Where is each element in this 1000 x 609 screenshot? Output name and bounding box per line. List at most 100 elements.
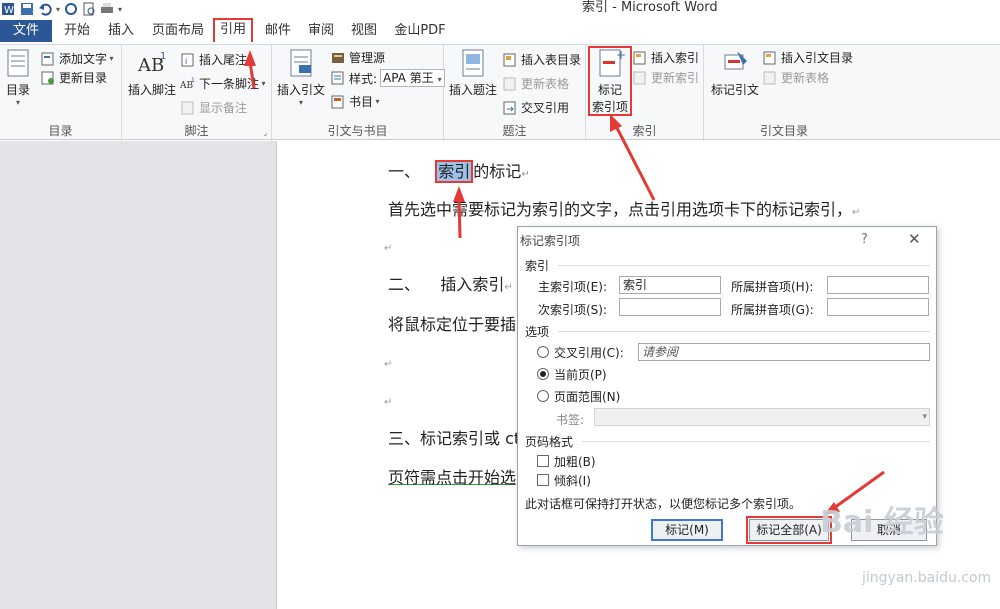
group-toa-label: 引文目录 <box>759 124 808 138</box>
update-table-label: 更新表格 <box>521 77 570 91</box>
section-format-label: 页码格式 <box>525 435 574 449</box>
next-footnote-button[interactable]: AB 1 下一条脚注 ▾ <box>180 75 266 92</box>
insert-caption-button[interactable]: 插入题注 <box>446 47 500 98</box>
update-toa-button[interactable]: 更新表格 <box>762 69 829 86</box>
print-preview-icon[interactable] <box>82 2 96 16</box>
insert-caption-icon <box>462 49 484 77</box>
insert-index-icon <box>633 51 646 64</box>
doc-empty-line-3: ↵ <box>384 390 392 409</box>
update-index-label: 更新索引 <box>651 71 700 85</box>
style-selector[interactable]: 样式: APA 第王 ▾ <box>330 69 445 87</box>
insert-caption-label: 插入题注 <box>448 83 497 97</box>
toc-button[interactable]: 目录 ▾ <box>2 47 34 107</box>
paragraph-mark: ↵ <box>521 169 530 180</box>
svg-text:W: W <box>4 5 14 16</box>
bibliography-button[interactable]: 书目 ▾ <box>330 93 380 110</box>
update-index-button[interactable]: 更新索引 <box>632 69 699 86</box>
doc-line-2: 首先选中需要标记为索引的文字，点击引用选项卡下的标记索引，↵ <box>388 196 860 220</box>
style-dropdown-icon: ▾ <box>437 75 442 84</box>
dialog-note: 此对话框可保持打开状态，以便您标记多个索引项。 <box>525 497 802 511</box>
doc-line-2-text: 首先选中需要标记为索引的文字，点击引用选项卡下的标记索引， <box>388 200 853 219</box>
cross-reference-button[interactable]: 交叉引用 <box>502 99 569 116</box>
paragraph-mark: ↵ <box>384 397 393 408</box>
tab-review[interactable]: 审阅 <box>302 18 340 44</box>
section-index-label: 索引 <box>525 259 550 273</box>
main-entry-label: 主索引项(E): <box>538 280 607 294</box>
ribbon: 目录 ▾ 添加文字 ▾ 更新目录 目录 AB 1 插入脚注 i 插入尾注 AB 1 … <box>0 44 1000 141</box>
tab-page-layout[interactable]: 页面布局 <box>148 18 208 44</box>
insert-index-button[interactable]: 插入索引 <box>632 49 699 66</box>
tab-file[interactable]: 文件 <box>0 20 52 42</box>
main-entry-value: 索引 <box>623 278 648 292</box>
main-pinyin-input[interactable] <box>827 276 929 294</box>
toc-dropdown-icon: ▾ <box>15 98 20 107</box>
add-text-button[interactable]: 添加文字 ▾ <box>40 50 114 67</box>
group-citations-label: 引文与书目 <box>327 124 388 138</box>
mark-button[interactable]: 标记(M) <box>651 519 723 541</box>
bookmark-label: 书签: <box>556 413 585 427</box>
print-icon[interactable] <box>100 2 114 16</box>
redo-icon[interactable] <box>64 2 78 16</box>
group-index-label: 索引 <box>632 124 657 138</box>
doc-line-3-text: 插入索引 <box>440 275 505 294</box>
manage-sources-icon <box>332 52 344 63</box>
show-notes-label: 显示备注 <box>199 101 248 115</box>
doc-line-3-prefix: 二、 <box>388 275 421 294</box>
help-icon[interactable]: ? <box>861 232 868 247</box>
update-table-button[interactable]: 更新表格 <box>502 75 569 92</box>
bold-checkbox[interactable] <box>537 455 549 467</box>
mark-citation-icon <box>724 51 747 70</box>
insert-footnote-label: 插入脚注 <box>127 83 176 97</box>
selected-text[interactable]: 索引 <box>435 160 474 183</box>
sub-pinyin-input[interactable] <box>827 298 929 316</box>
current-page-radio[interactable] <box>537 368 549 380</box>
cross-reference-label: 交叉引用 <box>521 101 570 115</box>
undo-dropdown-icon[interactable]: ▾ <box>56 5 60 14</box>
tab-references[interactable]: 引用 <box>213 18 253 42</box>
cross-reference-radio[interactable] <box>537 346 549 358</box>
doc-line-1-prefix: 一、 <box>388 162 421 181</box>
current-page-label: 当前页(P) <box>554 368 607 382</box>
group-toc-label: 目录 <box>48 124 73 138</box>
paragraph-mark: ↵ <box>384 359 393 370</box>
tab-home[interactable]: 开始 <box>58 18 96 44</box>
bookmark-select[interactable]: ▾ <box>594 408 930 426</box>
add-text-label: 添加文字 <box>59 52 108 66</box>
show-notes-icon <box>181 101 194 114</box>
insert-toa-button[interactable]: 插入引文目录 <box>762 49 853 66</box>
sub-entry-input[interactable] <box>619 298 721 316</box>
style-dropdown[interactable]: APA 第王 ▾ <box>380 69 445 87</box>
bibliography-label: 书目 <box>349 95 374 109</box>
table-of-figures-icon <box>503 53 516 66</box>
insert-footnote-button[interactable]: AB 1 插入脚注 <box>126 47 178 98</box>
insert-citation-button[interactable]: 插入引文 ▾ <box>274 47 328 107</box>
tab-kingsoft-pdf[interactable]: 金山PDF <box>390 18 450 44</box>
main-entry-input[interactable]: 索引 <box>619 276 721 294</box>
show-notes-button[interactable]: 显示备注 <box>180 99 247 116</box>
bibliography-icon <box>331 95 344 108</box>
undo-icon[interactable] <box>38 2 52 16</box>
group-footnote: AB 1 插入脚注 i 插入尾注 AB 1 下一条脚注 ▾ 显示备注 脚注 ⌟ <box>122 45 272 141</box>
tab-view[interactable]: 视图 <box>345 18 383 44</box>
cross-reference-input[interactable]: 请参阅 <box>638 343 930 361</box>
insert-endnote-button[interactable]: i 插入尾注 <box>180 51 247 68</box>
insert-table-of-figures-button[interactable]: 插入表目录 <box>502 51 581 68</box>
tab-insert[interactable]: 插入 <box>102 18 140 44</box>
mark-citation-button[interactable]: 标记引文 <box>708 47 762 98</box>
insert-citation-dropdown-icon: ▾ <box>298 98 303 107</box>
close-icon[interactable]: ✕ <box>908 230 921 248</box>
insert-citation-label: 插入引文 <box>276 83 325 97</box>
save-icon[interactable] <box>20 2 34 16</box>
main-pinyin-label: 所属拼音项(H): <box>731 280 814 294</box>
page-range-radio[interactable] <box>537 390 549 402</box>
footnote-dialog-launcher-icon[interactable]: ⌟ <box>263 128 267 137</box>
update-index-icon <box>633 71 646 84</box>
paragraph-mark: ↵ <box>852 207 861 218</box>
italic-checkbox[interactable] <box>537 474 549 486</box>
manage-sources-button[interactable]: 管理源 <box>330 49 385 66</box>
doc-empty-line-2: ↵ <box>384 352 392 371</box>
customize-toolbar-icon[interactable]: ▾ <box>118 5 122 14</box>
update-toc-button[interactable]: 更新目录 <box>40 69 107 86</box>
tab-mailings[interactable]: 邮件 <box>259 18 297 44</box>
section-divider <box>558 265 930 266</box>
